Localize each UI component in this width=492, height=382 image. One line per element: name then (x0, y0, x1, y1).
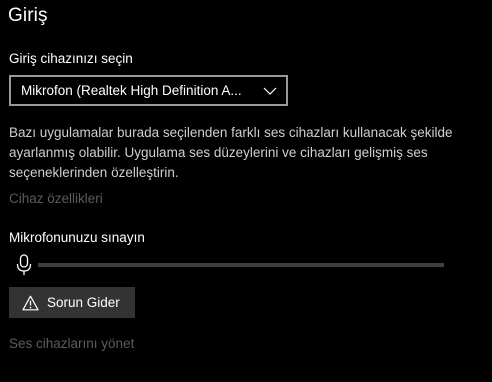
manage-sound-devices-link[interactable]: Ses cihazlarını yönet (9, 336, 134, 351)
mic-level-meter (38, 263, 444, 267)
input-device-dropdown[interactable]: Mikrofon (Realtek High Definition A... (9, 75, 288, 106)
warning-icon (22, 295, 39, 311)
troubleshoot-label: Sorun Gider (47, 295, 120, 310)
chevron-down-icon (262, 83, 278, 99)
troubleshoot-button[interactable]: Sorun Gider (9, 287, 135, 318)
input-description: Bazı uygulamalar burada seçilenden farkl… (9, 125, 453, 180)
input-device-label: Giriş cihazınızı seçin (9, 51, 133, 66)
section-title: Giriş (8, 5, 48, 26)
input-device-selected: Mikrofon (Realtek High Definition A... (21, 83, 242, 98)
sound-input-settings: Giriş Giriş cihazınızı seçin Mikrofon (R… (0, 0, 492, 382)
mic-test-label: Mikrofonunuzu sınayın (9, 230, 145, 245)
device-properties-link[interactable]: Cihaz özellikleri (9, 191, 103, 206)
microphone-icon (15, 254, 33, 276)
